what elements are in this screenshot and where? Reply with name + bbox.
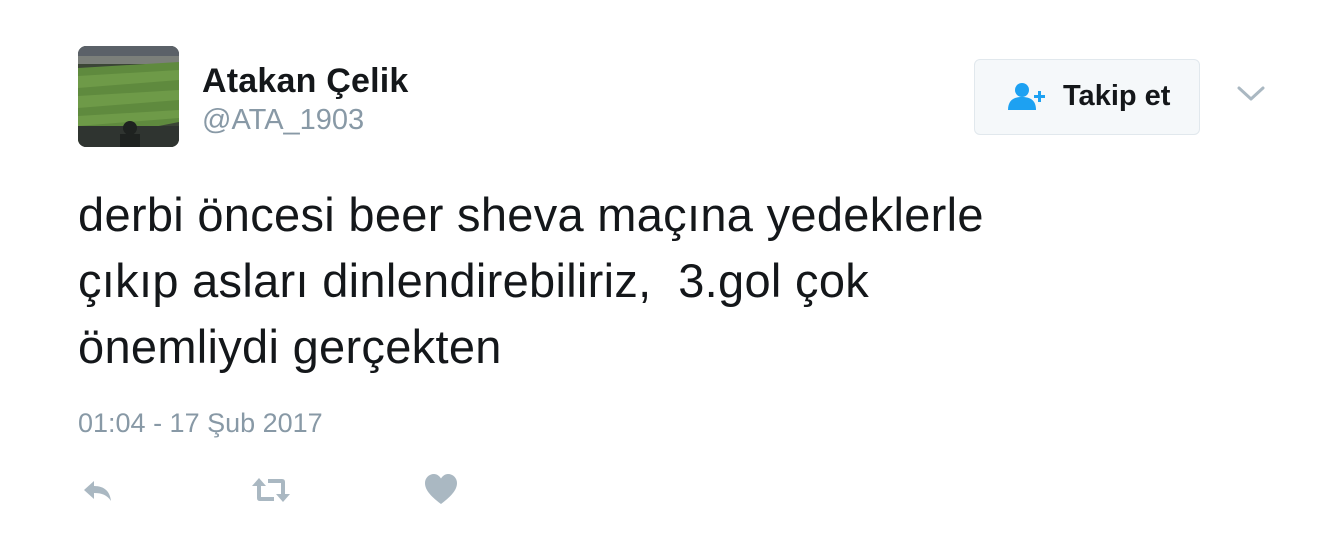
tweet-timestamp[interactable]: 01:04 - 17 Şub 2017 [78, 408, 323, 439]
user-handle[interactable]: @ATA_1903 [202, 104, 364, 137]
stadium-photo-avatar [78, 46, 179, 147]
user-display-name[interactable]: Atakan Çelik [202, 62, 408, 101]
tweet-text: derbi öncesi beer sheva maçına yedeklerl… [78, 188, 984, 373]
follow-button[interactable]: Takip et [974, 59, 1200, 135]
heart-icon[interactable] [423, 472, 459, 513]
chevron-down-icon[interactable] [1236, 84, 1266, 109]
avatar[interactable] [78, 46, 179, 147]
add-user-icon [1008, 82, 1048, 117]
reply-icon[interactable] [80, 472, 116, 513]
follow-button-label: Takip et [1063, 80, 1171, 112]
tweet-card: Atakan Çelik @ATA_1903 Takip et derbi ön… [0, 0, 1331, 555]
retweet-icon[interactable] [250, 472, 292, 513]
